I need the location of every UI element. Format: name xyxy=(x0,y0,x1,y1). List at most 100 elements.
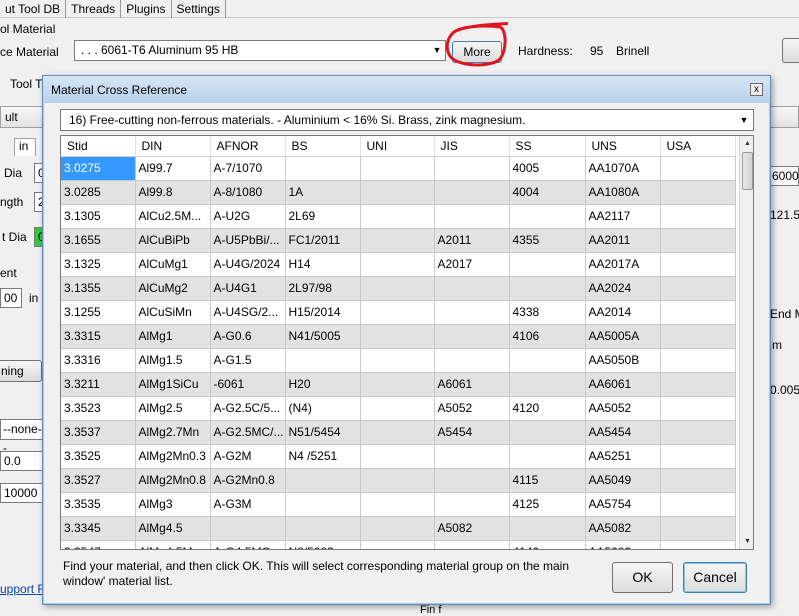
table-cell-din[interactable]: AlMg4.5Mn xyxy=(135,540,211,549)
table-cell-afnor[interactable]: A-G2.5MC/... xyxy=(210,420,286,445)
table-cell-din[interactable]: AlCu2.5M... xyxy=(135,204,211,229)
menu-tab-settings[interactable]: Settings xyxy=(172,0,226,18)
table-cell-stid[interactable]: 3.3316 xyxy=(61,348,136,373)
table-cell-uni[interactable] xyxy=(360,252,435,277)
table-cell-din[interactable]: AlCuBiPb xyxy=(135,228,211,253)
table-cell-ss[interactable]: 4120 xyxy=(509,396,586,421)
table-cell-uns[interactable]: AA5251 xyxy=(585,444,661,469)
table-cell-uns[interactable]: AA2014 xyxy=(585,300,661,325)
column-header-usa[interactable]: USA xyxy=(660,136,736,157)
table-cell-jis[interactable] xyxy=(434,300,510,325)
menu-tab-plugins[interactable]: Plugins xyxy=(121,0,172,18)
table-row[interactable]: 3.3547AlMg4.5MnA-G4.5MCN8/5083 4140AA5083 xyxy=(61,540,736,549)
table-row[interactable]: 3.1355 AlCuMg2 A-U4G1 2L97/98 AA2024 xyxy=(61,276,736,301)
table-cell-jis[interactable] xyxy=(434,276,510,301)
table-cell-ss[interactable] xyxy=(509,444,586,469)
more-button[interactable]: More xyxy=(452,41,502,63)
table-cell-uni[interactable] xyxy=(360,180,435,205)
table-cell-uns[interactable]: AA5454 xyxy=(585,420,661,445)
ok-button[interactable]: OK xyxy=(612,562,673,593)
table-cell-usa[interactable] xyxy=(660,468,736,493)
table-cell-jis[interactable] xyxy=(434,204,510,229)
dialog-title-bar[interactable]: Material Cross Reference x xyxy=(43,76,770,103)
table-cell-jis[interactable] xyxy=(434,540,510,549)
table-cell-bs[interactable] xyxy=(285,492,361,517)
zero-field[interactable]: 0.0 xyxy=(0,451,44,471)
table-row[interactable]: 3.1325 AlCuMg1 A-U4G/2024 H14 A2017 AA2017A xyxy=(61,252,736,277)
column-header-din[interactable]: DIN xyxy=(135,136,211,157)
table-cell-uni[interactable] xyxy=(360,324,435,349)
table-cell-bs[interactable] xyxy=(285,348,361,373)
table-cell-stid[interactable]: 3.3547 xyxy=(61,540,136,549)
right-edge-button[interactable] xyxy=(782,38,799,63)
table-cell-uni[interactable] xyxy=(360,444,435,469)
table-cell-uni[interactable] xyxy=(360,372,435,397)
table-cell-afnor[interactable]: A-G2Mn0.8 xyxy=(210,468,286,493)
table-cell-afnor[interactable]: A-U4G/2024 xyxy=(210,252,286,277)
table-cell-usa[interactable] xyxy=(660,348,736,373)
table-cell-bs[interactable]: 1A xyxy=(285,180,361,205)
table-cell-ss[interactable] xyxy=(509,252,586,277)
table-cell-ss[interactable]: 4140 xyxy=(509,540,586,549)
table-cell-jis[interactable]: A5082 xyxy=(434,516,510,541)
column-header-uni[interactable]: UNI xyxy=(360,136,435,157)
table-cell-stid[interactable]: 3.3537 xyxy=(61,420,136,445)
table-cell-ss[interactable] xyxy=(509,420,586,445)
table-cell-usa[interactable] xyxy=(660,420,736,445)
table-cell-afnor[interactable]: A-G2M xyxy=(210,444,286,469)
scroll-down-icon[interactable]: ▼ xyxy=(740,534,753,549)
table-cell-stid[interactable]: 3.1305 xyxy=(61,204,136,229)
table-cell-ss[interactable]: 4115 xyxy=(509,468,586,493)
table-cell-uns[interactable]: AA2024 xyxy=(585,276,661,301)
table-cell-bs[interactable]: (N4) xyxy=(285,396,361,421)
table-cell-uns[interactable]: AA1080A xyxy=(585,180,661,205)
table-cell-din[interactable]: AlMg2Mn0.8 xyxy=(135,468,211,493)
vertical-scrollbar[interactable]: ▲ ▼ xyxy=(739,136,753,549)
table-cell-afnor[interactable] xyxy=(210,516,286,541)
table-cell-jis[interactable] xyxy=(434,156,510,181)
column-header-uns[interactable]: UNS xyxy=(585,136,661,157)
table-cell-stid[interactable]: 3.3345 xyxy=(61,516,136,541)
table-cell-stid[interactable]: 3.3523 xyxy=(61,396,136,421)
table-cell-stid[interactable]: 3.0285 xyxy=(61,180,136,205)
table-cell-usa[interactable] xyxy=(660,324,736,349)
table-cell-jis[interactable] xyxy=(434,468,510,493)
table-cell-uni[interactable] xyxy=(360,228,435,253)
table-cell-jis[interactable]: A2011 xyxy=(434,228,510,253)
column-header-stid[interactable]: Stid xyxy=(61,136,136,157)
table-cell-din[interactable]: AlCuMg2 xyxy=(135,276,211,301)
table-cell-bs[interactable]: N8/5083 xyxy=(285,540,361,549)
table-cell-uns[interactable]: AA2017A xyxy=(585,252,661,277)
table-cell-afnor[interactable]: A-U2G xyxy=(210,204,286,229)
table-cell-din[interactable]: AlMg1 xyxy=(135,324,211,349)
table-cell-uni[interactable] xyxy=(360,204,435,229)
table-cell-usa[interactable] xyxy=(660,372,736,397)
table-cell-uni[interactable] xyxy=(360,348,435,373)
table-cell-bs[interactable]: H14 xyxy=(285,252,361,277)
material-group-select[interactable]: 16) Free-cutting non-ferrous materials. … xyxy=(60,109,754,131)
table-cell-uns[interactable]: AA5754 xyxy=(585,492,661,517)
menu-tab-tool-db[interactable]: ut Tool DB xyxy=(0,0,67,18)
scrollbar-thumb[interactable] xyxy=(742,152,753,190)
table-cell-bs[interactable]: 2L97/98 xyxy=(285,276,361,301)
table-cell-bs[interactable]: 2L69 xyxy=(285,204,361,229)
table-cell-uni[interactable] xyxy=(360,300,435,325)
table-cell-din[interactable]: AlMg1.5 xyxy=(135,348,211,373)
table-cell-stid[interactable]: 3.3527 xyxy=(61,468,136,493)
table-cell-afnor[interactable]: A-8/1080 xyxy=(210,180,286,205)
table-cell-uns[interactable]: AA5052 xyxy=(585,396,661,421)
table-cell-din[interactable]: AlMg1SiCu xyxy=(135,372,211,397)
table-cell-afnor[interactable]: A-U5PbBi/... xyxy=(210,228,286,253)
table-row[interactable]: 3.3537 AlMg2.7Mn A-G2.5MC/... N51/5454 A5454… xyxy=(61,420,736,445)
table-cell-bs[interactable]: N51/5454 xyxy=(285,420,361,445)
table-cell-ss[interactable] xyxy=(509,516,586,541)
table-cell-afnor[interactable]: A-G1.5 xyxy=(210,348,286,373)
table-cell-bs[interactable] xyxy=(285,516,361,541)
table-cell-stid[interactable]: 3.3315 xyxy=(61,324,136,349)
ten-thousand-field[interactable]: 10000 xyxy=(0,483,44,503)
table-cell-afnor[interactable]: A-G2.5C/5... xyxy=(210,396,286,421)
table-row[interactable]: 3.3345 AlMg4.5 A5082 AA5082 xyxy=(61,516,736,541)
table-cell-ss[interactable]: 4005 xyxy=(509,156,586,181)
table-cell-uni[interactable] xyxy=(360,276,435,301)
table-cell-din[interactable]: AlMg3 xyxy=(135,492,211,517)
